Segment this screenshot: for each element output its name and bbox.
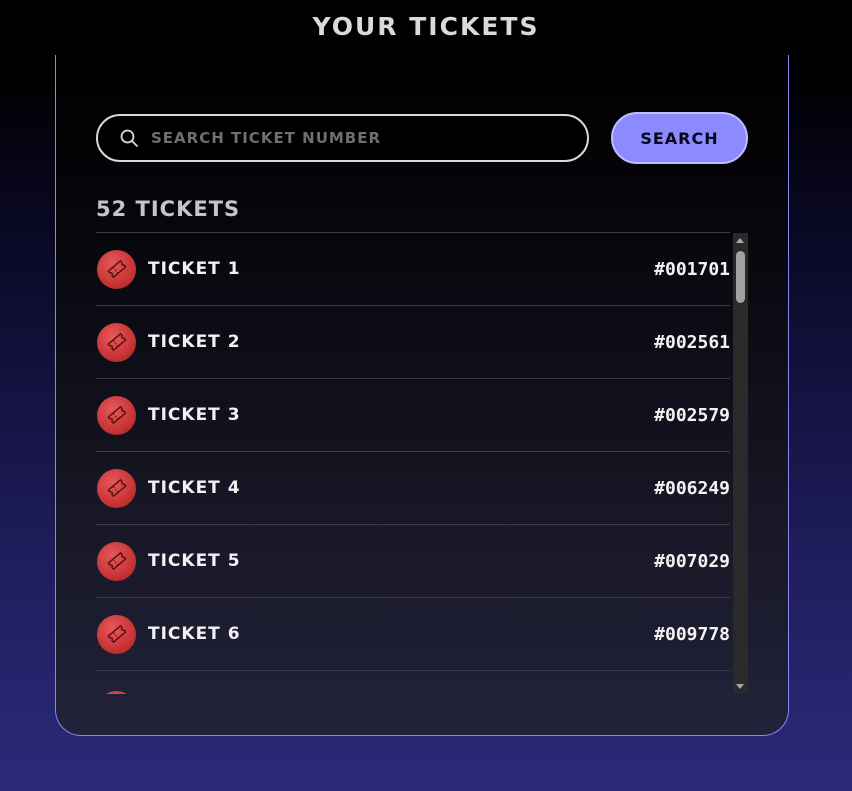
tickets-count: 52 TICKETS bbox=[96, 197, 241, 221]
search-input[interactable] bbox=[151, 129, 587, 147]
search-field[interactable] bbox=[96, 114, 589, 162]
ticket-list[interactable]: TICKET 1 #001701 TICKET 2 #002561 TICKET… bbox=[96, 232, 748, 694]
ticket-label: TICKET 2 bbox=[148, 332, 241, 352]
ticket-label: TICKET 5 bbox=[148, 551, 241, 571]
search-button[interactable]: SEARCH bbox=[611, 112, 748, 164]
ticket-row[interactable]: TICKET 3 #002579 bbox=[96, 378, 730, 451]
ticket-icon bbox=[97, 468, 136, 508]
ticket-label: TICKET 3 bbox=[148, 405, 241, 425]
ticket-number: #002561 bbox=[654, 331, 730, 353]
ticket-label: TICKET 1 bbox=[148, 259, 241, 279]
ticket-icon bbox=[97, 614, 136, 654]
ticket-row[interactable]: TICKET 6 #009778 bbox=[96, 597, 730, 670]
ticket-row[interactable]: TICKET 4 #006249 bbox=[96, 451, 730, 524]
ticket-icon bbox=[97, 249, 136, 289]
ticket-number: #009778 bbox=[654, 623, 730, 645]
ticket-number: #007029 bbox=[654, 550, 730, 572]
ticket-label: TICKET 6 bbox=[148, 624, 241, 644]
ticket-icon bbox=[97, 395, 136, 435]
ticket-row[interactable]: TICKET 1 #001701 bbox=[96, 232, 730, 305]
ticket-icon bbox=[97, 541, 136, 581]
ticket-icon bbox=[97, 322, 136, 362]
scroll-down-arrow-icon[interactable] bbox=[736, 684, 744, 689]
ticket-icon bbox=[97, 691, 136, 694]
ticket-number: #001701 bbox=[654, 258, 730, 280]
list-scrollbar[interactable] bbox=[733, 233, 748, 694]
ticket-label: TICKET 4 bbox=[148, 478, 241, 498]
ticket-number: #006249 bbox=[654, 477, 730, 499]
scroll-up-arrow-icon[interactable] bbox=[736, 238, 744, 243]
ticket-row-partial[interactable] bbox=[96, 670, 730, 694]
ticket-row[interactable]: TICKET 2 #002561 bbox=[96, 305, 730, 378]
scroll-thumb[interactable] bbox=[736, 251, 745, 303]
page-title: YOUR TICKETS bbox=[312, 12, 540, 41]
ticket-number: #002579 bbox=[654, 404, 730, 426]
ticket-row[interactable]: TICKET 5 #007029 bbox=[96, 524, 730, 597]
search-icon bbox=[119, 128, 139, 148]
